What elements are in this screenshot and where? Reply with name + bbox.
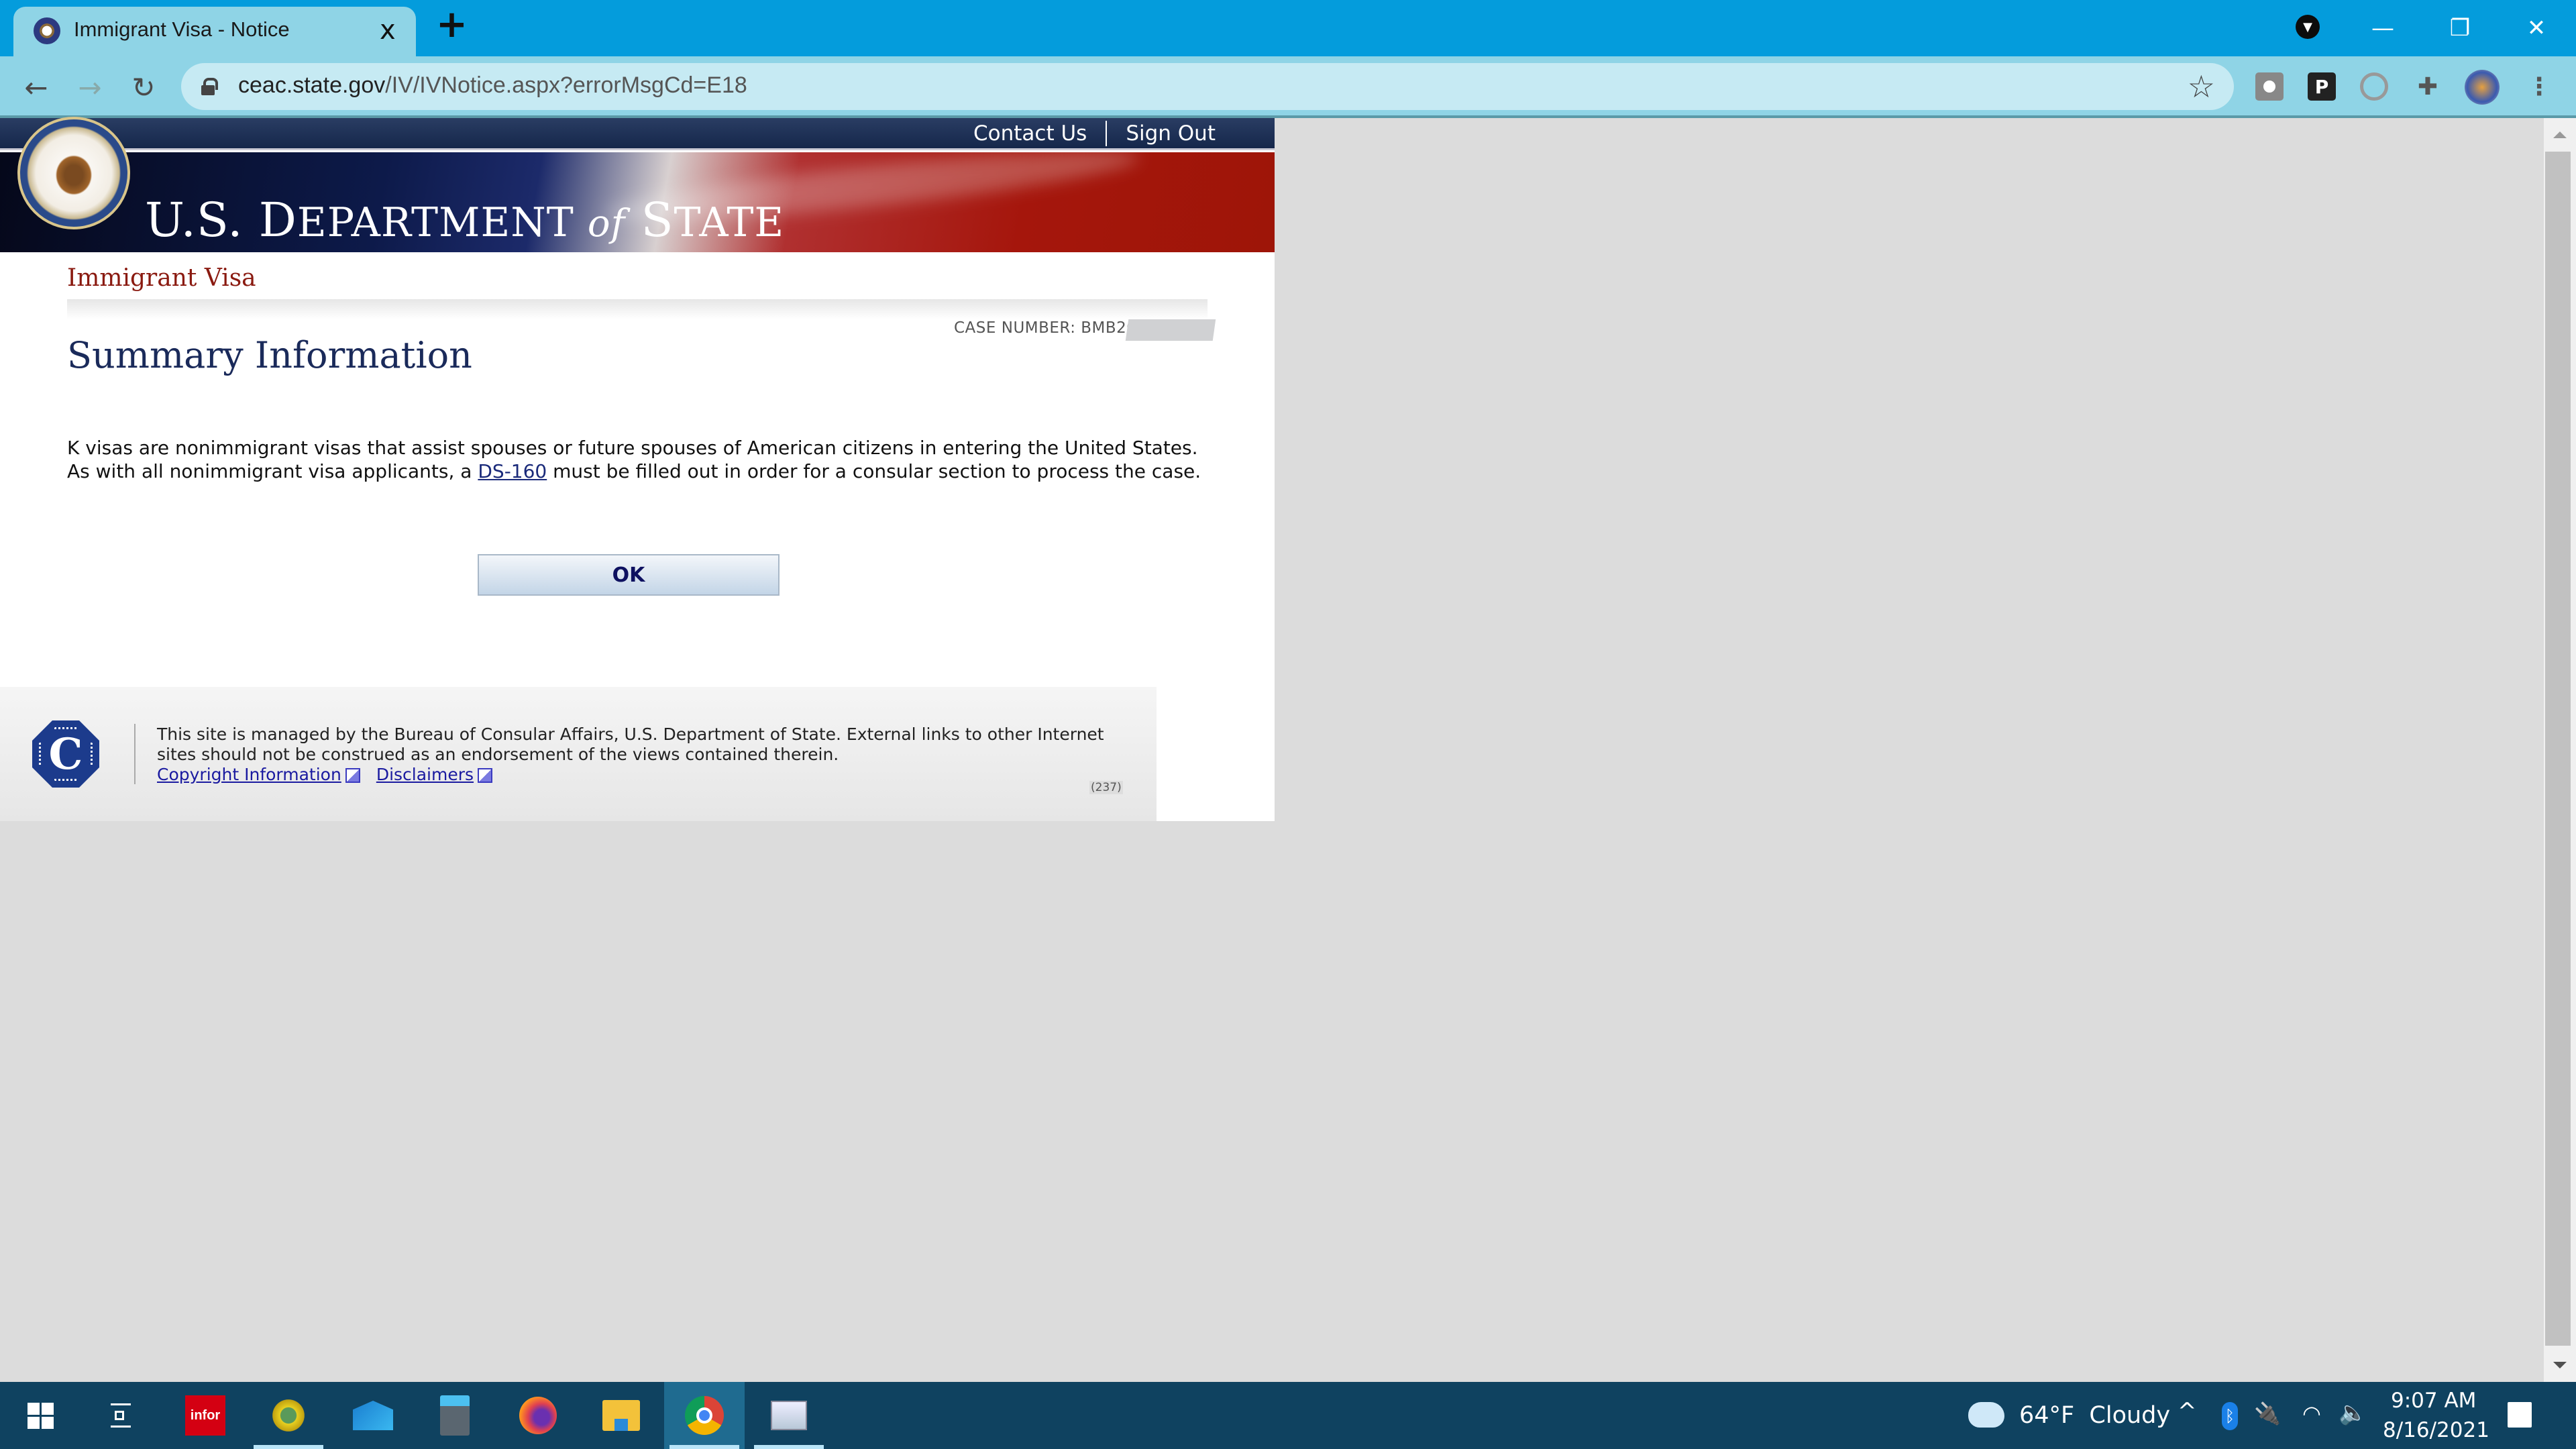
running-indicator: [254, 1445, 323, 1449]
extensions-puzzle-icon[interactable]: ✚: [2414, 72, 2442, 101]
taskbar-system-monitor[interactable]: [749, 1382, 829, 1449]
banner-title: U.S. DEPARTMENT of STATE: [145, 193, 785, 248]
state-dept-favicon-icon: [34, 17, 60, 44]
ceac-page: Contact Us Sign Out U.S. DEPARTMENT of S…: [0, 117, 1275, 821]
tab-title: Immigrant Visa - Notice: [74, 17, 290, 41]
bluetooth-icon[interactable]: ᛒ: [2222, 1402, 2238, 1430]
external-link-icon: [345, 768, 360, 783]
banner-subtitle: CONSULAR ELECTRONIC APPLICATION CENTER: [182, 250, 712, 252]
task-view-icon: [111, 1403, 131, 1428]
footer-divider: [134, 724, 136, 784]
taskbar-network-app[interactable]: [248, 1382, 329, 1449]
ds160-link[interactable]: DS-160: [478, 460, 547, 482]
windows-logo-icon: [27, 1402, 54, 1429]
monitor-icon: [771, 1401, 807, 1430]
address-bar[interactable]: ceac.state.gov/IV/IVNotice.aspx?errorMsg…: [181, 63, 2234, 110]
scroll-down-arrow-icon[interactable]: [2553, 1362, 2567, 1368]
reload-button[interactable]: ↻: [122, 66, 165, 109]
section-divider: [67, 299, 1208, 319]
browser-toolbar: ← → ↻ ceac.state.gov/IV/IVNotice.aspx?er…: [0, 56, 2576, 118]
show-hidden-icons-chevron-icon[interactable]: ^: [2178, 1398, 2197, 1425]
external-link-icon: [478, 768, 493, 783]
folder-icon: [602, 1400, 640, 1431]
weather-text[interactable]: 64°F Cloudy: [2019, 1402, 2170, 1429]
page-viewport: Contact Us Sign Out U.S. DEPARTMENT of S…: [0, 117, 2544, 1382]
taskbar-mail[interactable]: [333, 1382, 413, 1449]
shield-icon: [63, 166, 85, 191]
taskbar-firefox[interactable]: [498, 1382, 578, 1449]
sign-out-link[interactable]: Sign Out: [1107, 121, 1234, 146]
scrollbar-thumb[interactable]: [2545, 152, 2571, 1346]
infor-icon: infor: [185, 1395, 225, 1436]
task-view-button[interactable]: [80, 1382, 161, 1449]
network-app-icon: [272, 1395, 305, 1436]
taskbar-file-explorer[interactable]: [581, 1382, 661, 1449]
url-text[interactable]: ceac.state.gov/IV/IVNotice.aspx?errorMsg…: [238, 72, 747, 99]
chrome-menu-icon[interactable]: ⋮: [2525, 72, 2553, 101]
case-number: CASE NUMBER: BMB2C: [954, 319, 1138, 337]
profile-avatar[interactable]: [2465, 70, 2500, 105]
scroll-up-arrow-icon[interactable]: [2553, 131, 2567, 138]
department-seal-icon: [17, 117, 130, 229]
page-footer: C This site is managed by the Bureau of …: [0, 687, 1157, 821]
wifi-icon[interactable]: ◠: [2302, 1401, 2321, 1426]
clock-date[interactable]: 8/16/2021: [2383, 1418, 2489, 1442]
back-button[interactable]: ←: [15, 66, 58, 109]
calculator-icon: [440, 1395, 470, 1436]
browser-titlebar: Immigrant Visa - Notice x + ▼ — ❐ ✕: [0, 0, 2576, 56]
footer-disclaimer: This site is managed by the Bureau of Co…: [157, 724, 1104, 764]
close-window-button[interactable]: ✕: [2500, 0, 2573, 56]
disclaimers-link[interactable]: Disclaimers: [376, 765, 474, 784]
battery-icon[interactable]: 🔌: [2254, 1401, 2281, 1426]
bulb-extension-icon[interactable]: [2255, 72, 2284, 101]
notice-message: K visas are nonimmigrant visas that assi…: [67, 436, 1201, 483]
new-tab-button[interactable]: +: [436, 3, 468, 46]
bookmark-star-icon[interactable]: ☆: [2188, 68, 2215, 105]
running-indicator: [754, 1445, 824, 1449]
section-title: Immigrant Visa: [67, 264, 256, 292]
chrome-download-indicator-icon[interactable]: ▼: [2296, 15, 2320, 39]
ca-logo-icon: C: [32, 720, 99, 788]
copyright-link[interactable]: Copyright Information: [157, 765, 341, 784]
start-button[interactable]: [0, 1382, 80, 1449]
lock-icon: [201, 78, 218, 95]
tab-close-icon[interactable]: x: [380, 15, 396, 46]
mail-icon: [353, 1401, 393, 1430]
browser-tab[interactable]: Immigrant Visa - Notice x: [13, 7, 416, 56]
vertical-scrollbar[interactable]: [2544, 118, 2576, 1382]
clock-time[interactable]: 9:07 AM: [2391, 1389, 2476, 1413]
notifications-icon[interactable]: [2508, 1402, 2532, 1428]
running-indicator: [669, 1445, 739, 1449]
header-top-bar: Contact Us Sign Out: [0, 118, 1275, 150]
forward-button[interactable]: →: [68, 66, 111, 109]
minimize-button[interactable]: —: [2346, 0, 2420, 56]
restore-button[interactable]: ❐: [2423, 0, 2497, 56]
volume-icon[interactable]: 🔈: [2339, 1399, 2367, 1426]
header-banner: U.S. DEPARTMENT of STATE CONSULAR ELECTR…: [0, 152, 1275, 252]
taskbar-infor[interactable]: infor: [165, 1382, 246, 1449]
footer-links: Copyright Information Disclaimers: [157, 765, 493, 784]
contact-us-link[interactable]: Contact Us: [955, 121, 1106, 146]
taskbar-calculator[interactable]: [415, 1382, 495, 1449]
ok-button[interactable]: OK: [478, 554, 780, 596]
chrome-icon: [685, 1396, 724, 1435]
version-label: (237): [1089, 781, 1123, 794]
p-extension-icon[interactable]: P: [2308, 72, 2336, 101]
chat-extension-icon[interactable]: [2360, 72, 2388, 101]
taskbar-chrome[interactable]: [664, 1382, 745, 1449]
page-title: Summary Information: [67, 334, 472, 376]
notice-line-1: K visas are nonimmigrant visas that assi…: [67, 437, 1198, 459]
case-number-redaction: [1125, 319, 1216, 341]
firefox-icon: [519, 1397, 557, 1434]
windows-taskbar: infor 64°F Cloudy ^ ᛒ 🔌 ◠ 🔈 9:07 AM 8/16…: [0, 1382, 2576, 1449]
weather-icon[interactable]: [1968, 1402, 2004, 1428]
notice-line-2: As with all nonimmigrant visa applicants…: [67, 460, 1201, 482]
